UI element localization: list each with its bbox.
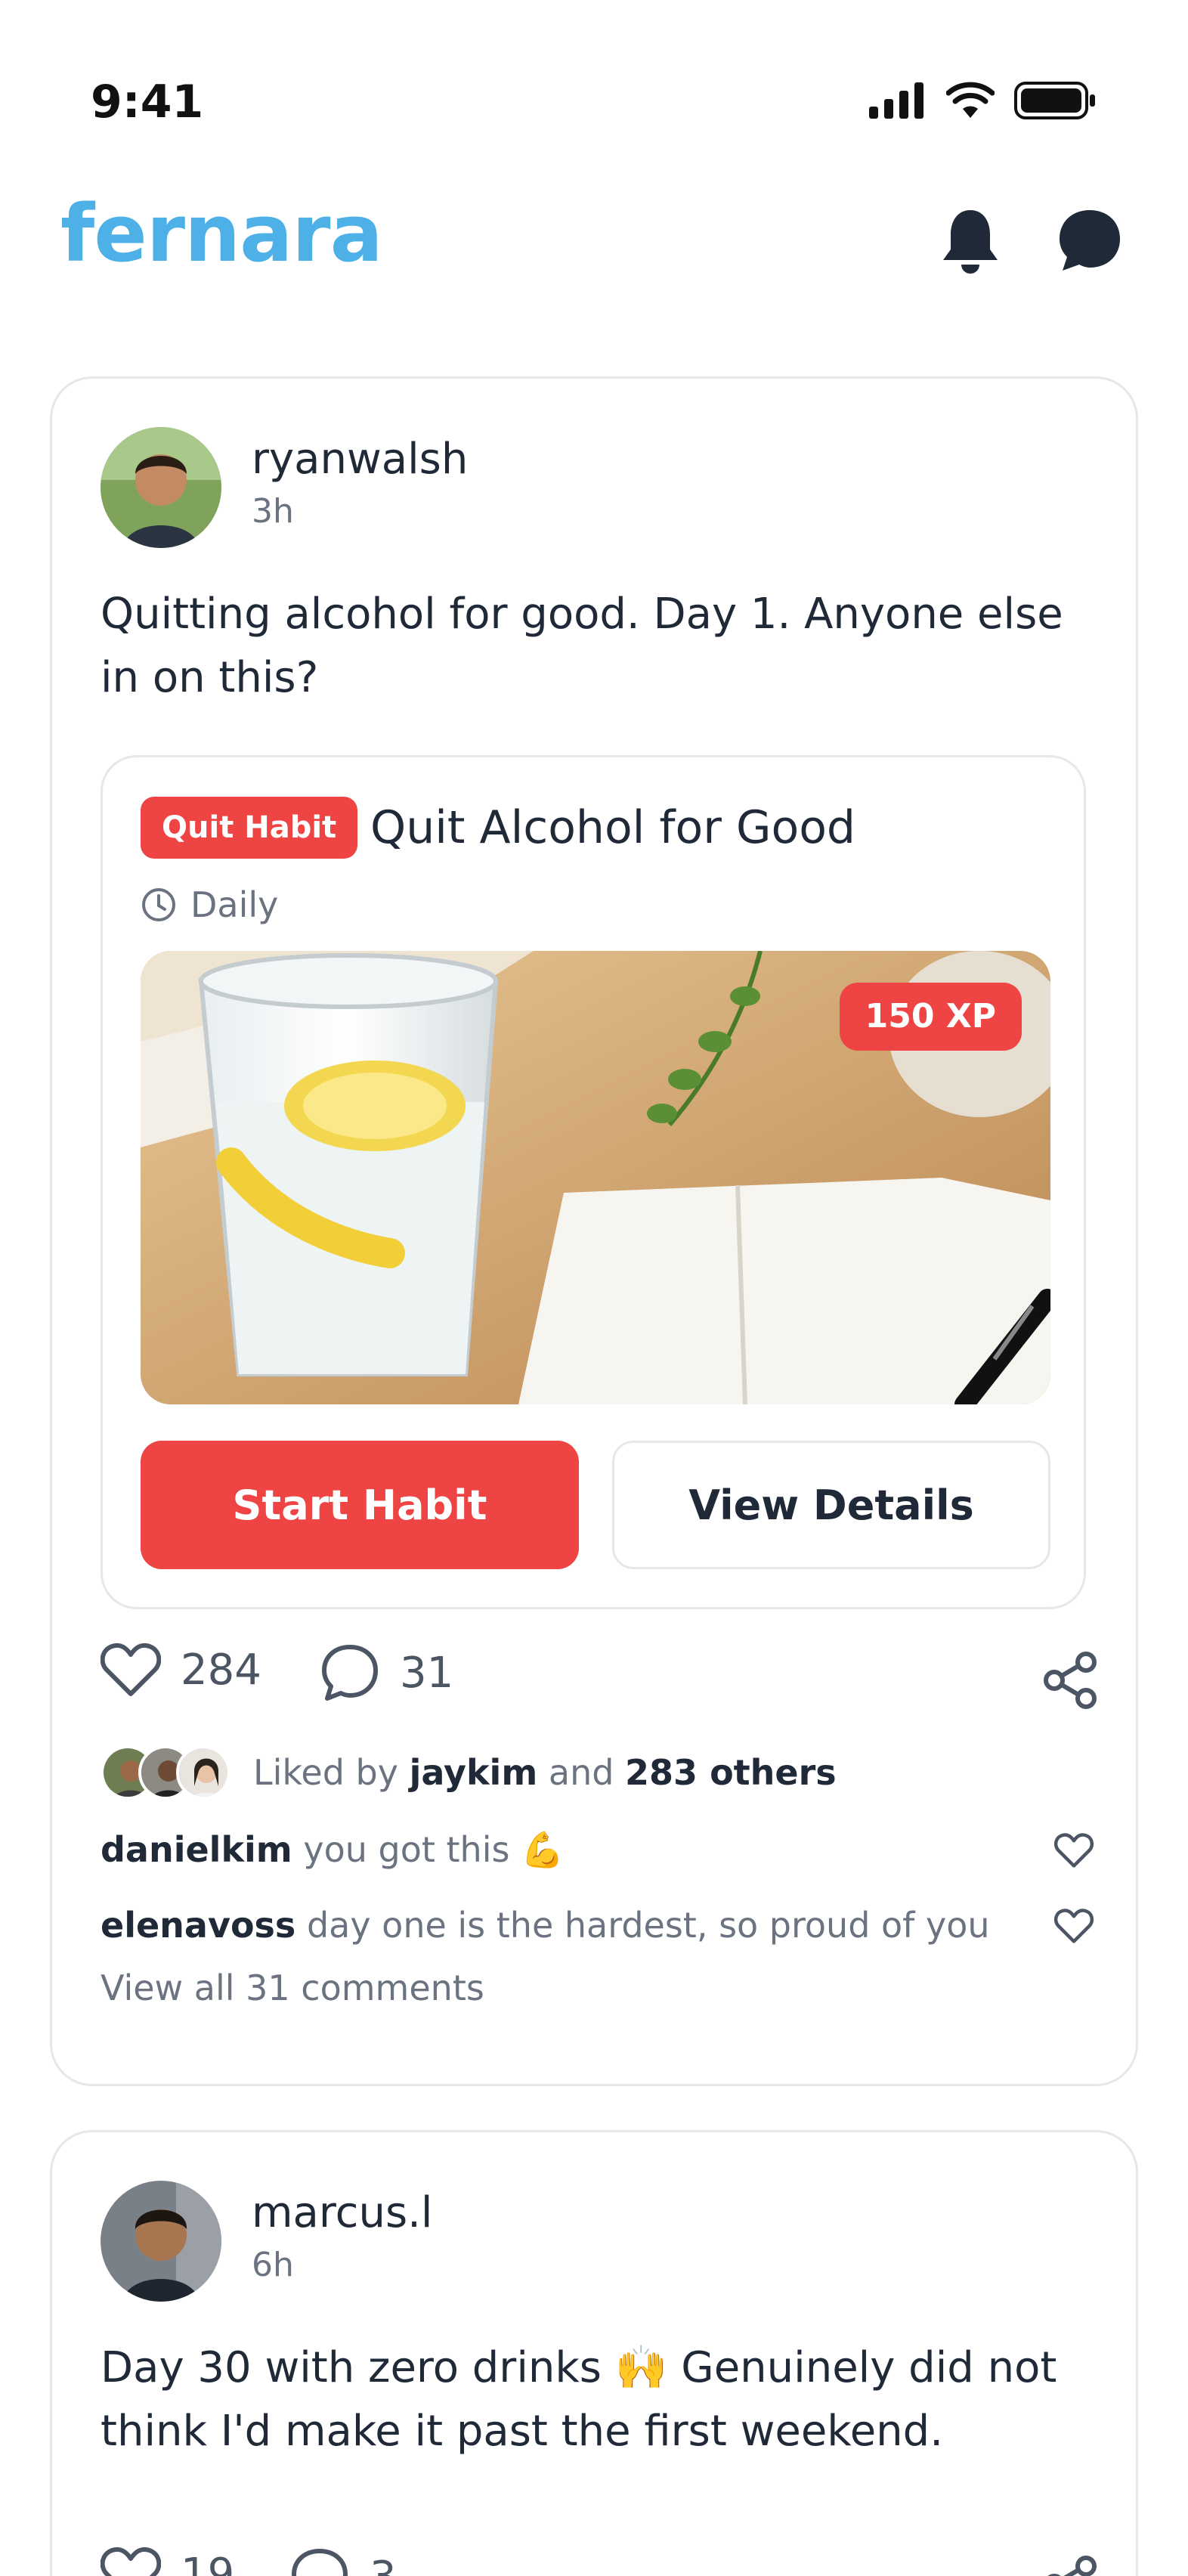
signal-icon	[869, 82, 923, 119]
post-card: marcus.l 6h Day 30 with zero drinks 🙌 Ge…	[50, 2130, 1138, 2576]
comment-action[interactable]: 31	[320, 1643, 453, 1703]
comment-text: day one is the hardest, so proud of you	[306, 1905, 990, 1946]
comment-heart-icon[interactable]	[1054, 1909, 1094, 1943]
view-all-comments-link[interactable]: View all 31 comments	[101, 1968, 484, 2008]
heart-icon[interactable]	[101, 2547, 161, 2576]
liked-by-and: and	[548, 1752, 614, 1793]
like-action[interactable]: 284	[101, 1643, 261, 1697]
post-time: 6h	[252, 2246, 294, 2284]
app-logo[interactable]: fernara	[60, 187, 383, 280]
habit-frequency: Daily	[141, 884, 278, 925]
start-habit-button[interactable]: Start Habit	[141, 1441, 579, 1569]
post-username[interactable]: marcus.l	[252, 2188, 432, 2237]
comment-icon[interactable]	[320, 1643, 380, 1703]
app-header: fernara	[0, 174, 1188, 295]
habit-card[interactable]: Quit Habit Quit Alcohol for Good Daily 1…	[101, 755, 1086, 1609]
battery-icon	[1014, 82, 1095, 119]
chat-bubble-icon[interactable]	[1055, 206, 1125, 275]
habit-frequency-label: Daily	[190, 884, 279, 925]
comment-row: elenavoss day one is the hardest, so pro…	[101, 1895, 1098, 1955]
habit-title: Quit Alcohol for Good	[370, 801, 855, 854]
comment-row: danielkim you got this 💪	[101, 1819, 1098, 1880]
comment-icon[interactable]	[289, 2547, 350, 2576]
liked-by-prefix: Liked by	[253, 1752, 398, 1793]
share-icon[interactable]	[1044, 1652, 1098, 1709]
xp-badge: 150 XP	[839, 983, 1022, 1051]
liked-by[interactable]: Liked by jaykim and 283 others	[101, 1742, 837, 1803]
post-text: Day 30 with zero drinks 🙌 Genuinely did …	[101, 2343, 1057, 2456]
view-details-button[interactable]: View Details	[612, 1441, 1050, 1569]
post-text: Quitting alcohol for good. Day 1. Anyone…	[101, 590, 1063, 702]
avatar[interactable]	[101, 427, 221, 548]
post-card: ryanwalsh 3h Quitting alcohol for good. …	[50, 376, 1138, 2086]
like-count: 19	[181, 2549, 235, 2576]
liker-avatar	[176, 1745, 230, 1800]
comment-action[interactable]: 3	[289, 2547, 397, 2576]
liked-by-user[interactable]: jaykim	[410, 1752, 538, 1793]
post-time: 3h	[252, 492, 294, 531]
comment-count: 3	[370, 2553, 397, 2576]
comment-heart-icon[interactable]	[1054, 1833, 1094, 1868]
post-actions: 284 31	[101, 1643, 1098, 1718]
comment-user[interactable]: elenavoss	[101, 1905, 295, 1946]
status-time: 9:41	[91, 76, 204, 128]
liked-by-others[interactable]: 283 others	[625, 1752, 837, 1793]
share-icon[interactable]	[1044, 2556, 1098, 2576]
post-actions: 19 3	[101, 2547, 1098, 2576]
like-count: 284	[181, 1645, 261, 1695]
comment-count: 31	[400, 1648, 454, 1698]
like-action[interactable]: 19	[101, 2547, 234, 2576]
comment-text: you got this 💪	[303, 1829, 565, 1870]
comment-user[interactable]: danielkim	[101, 1829, 292, 1870]
clock-icon	[142, 888, 175, 921]
bell-icon[interactable]	[936, 206, 1005, 275]
post-username[interactable]: ryanwalsh	[252, 435, 468, 484]
habit-tag: Quit Habit	[141, 797, 358, 859]
status-icons	[869, 82, 1097, 119]
habit-image: 150 XP	[141, 951, 1050, 1404]
status-bar: 9:41	[0, 0, 1188, 151]
wifi-icon	[946, 82, 995, 118]
heart-icon[interactable]	[101, 1643, 161, 1697]
avatar[interactable]	[101, 2181, 221, 2302]
